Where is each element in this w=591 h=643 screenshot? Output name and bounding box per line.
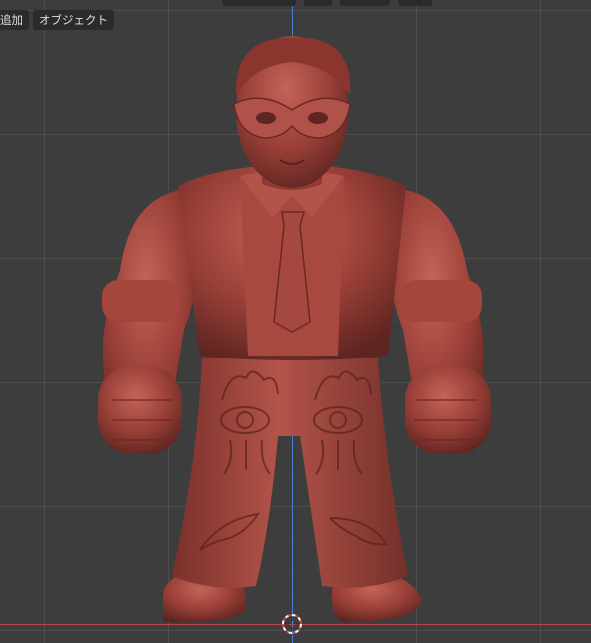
- 3d-cursor-icon[interactable]: [281, 613, 303, 635]
- right-sleeve-band: [400, 280, 482, 322]
- right-fist: [405, 366, 491, 454]
- left-sleeve-band: [102, 280, 180, 322]
- pants: [172, 358, 408, 588]
- sculpted-figure-model[interactable]: [0, 0, 591, 643]
- left-fist: [98, 366, 182, 454]
